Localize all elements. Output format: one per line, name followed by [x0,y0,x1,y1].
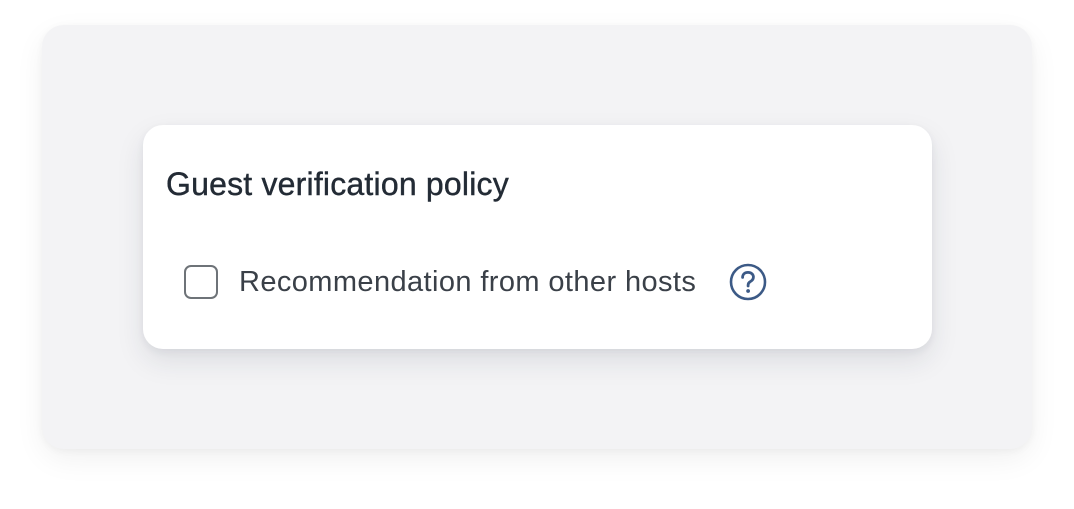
recommendation-checkbox[interactable] [184,265,218,299]
card-title: Guest verification policy [166,166,509,202]
question-circle-icon[interactable] [728,262,768,302]
recommendation-option-label[interactable]: Recommendation from other hosts [239,266,696,299]
question-circle-icon-graphic [729,263,767,301]
guest-verification-policy-card: Guest verification policy Recommendation… [143,125,932,349]
recommendation-option-row: Recommendation from other hosts [184,262,768,302]
